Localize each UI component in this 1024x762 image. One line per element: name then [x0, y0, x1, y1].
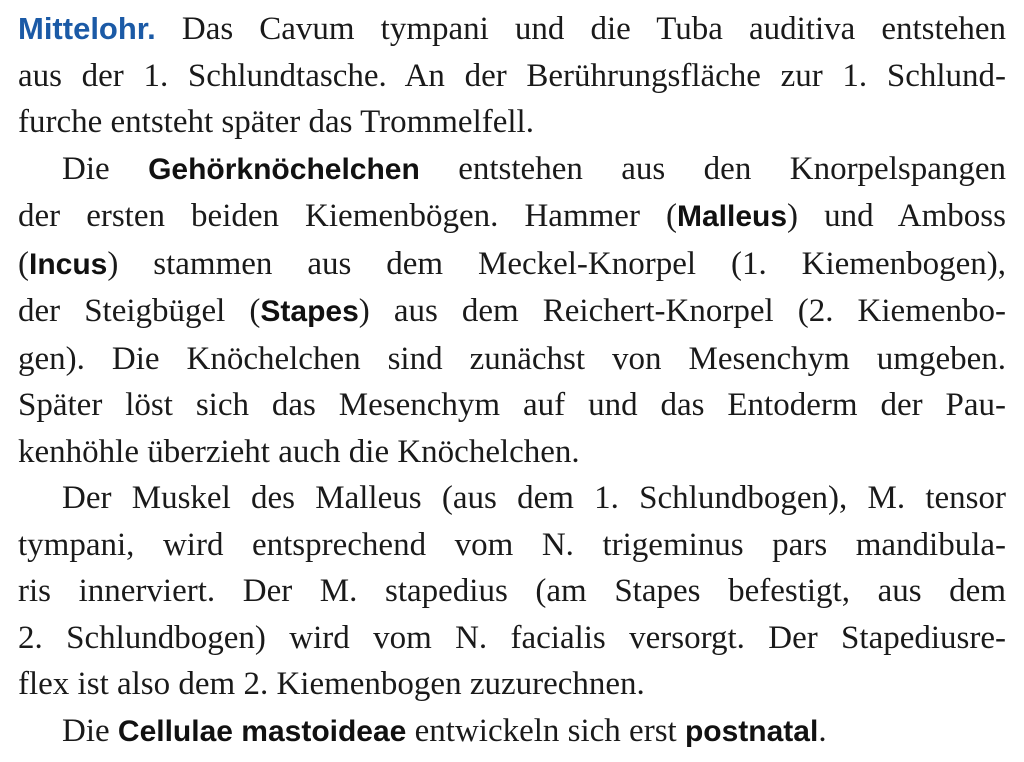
- text-run: der ersten beiden Kiemenbögen. Hammer (: [18, 198, 677, 234]
- paragraph-muskeln: Der Muskel des Malleus (aus dem 1. Schlu…: [18, 475, 1006, 708]
- text-line: der Steigbügel (Stapes) aus dem Reichert…: [18, 288, 1006, 336]
- text-line: Mittelohr. Das Cavum tympani und die Tub…: [18, 6, 1006, 53]
- text-line: flex ist also dem 2. Kiemenbogen zuzurec…: [18, 666, 645, 702]
- text-line: furche entsteht später das Trommelfell.: [18, 104, 534, 140]
- text-line: Die Gehörknöchelchen entstehen aus den K…: [18, 146, 1006, 194]
- text-line: aus der 1. Schlundtasche. An der Berühru…: [18, 57, 1006, 94]
- text-run: entwickeln sich erst: [406, 712, 685, 749]
- bold-term: Stapes: [260, 295, 359, 328]
- paragraph-gehoerknoechelchen: Die Gehörknöchelchen entstehen aus den K…: [18, 146, 1006, 476]
- bold-term: Cellulae mastoideae: [117, 714, 407, 748]
- text-line: (Incus) stammen aus dem Meckel-Knorpel (…: [18, 241, 1006, 289]
- text-line: gen). Die Knöchelchen sind zunächst von …: [18, 340, 1006, 377]
- text-run: Die: [62, 712, 118, 749]
- text-line: Der Muskel des Malleus (aus dem 1. Schlu…: [62, 480, 1006, 516]
- section-heading: Mittelohr.: [18, 11, 156, 46]
- bold-term: Incus: [29, 247, 108, 281]
- bold-term: Gehörknöchelchen: [148, 152, 420, 186]
- text-run: (: [18, 245, 29, 282]
- text-line: der ersten beiden Kiemenbögen. Hammer (M…: [18, 193, 1006, 241]
- text-line: Später löst sich das Mesenchym auf und d…: [18, 387, 1006, 423]
- text-run: Die: [62, 150, 149, 187]
- bold-term: Malleus: [676, 200, 788, 233]
- paragraph-cellulae-mastoideae: Die Cellulae mastoideae entwickeln sich …: [18, 708, 1006, 756]
- text-line: Die Cellulae mastoideae entwickeln sich …: [18, 708, 1006, 756]
- text-line: tympani, wird entsprechend vom N. trigem…: [18, 526, 1006, 563]
- document-page: Mittelohr. Das Cavum tympani und die Tub…: [0, 0, 1024, 762]
- text-run: ) und Amboss: [787, 198, 1006, 234]
- text-line: kenhöhle überzieht auch die Knöchelchen.: [18, 433, 580, 470]
- bold-term: postnatal: [684, 714, 819, 748]
- paragraph-mittelohr-intro: Mittelohr. Das Cavum tympani und die Tub…: [18, 6, 1006, 146]
- text-run: Das Cavum tympani und die Tuba auditiva …: [181, 11, 1006, 47]
- text-run: der Steigbügel (: [18, 293, 261, 329]
- text-run: ) stammen aus dem Meckel-Knorpel (1. Kie…: [107, 245, 1006, 282]
- text-run: ) aus dem Reichert-Knorpel (2. Kiemenbo-: [358, 293, 1006, 329]
- text-line: 2. Schlundbogen) wird vom N. facialis ve…: [18, 619, 1006, 656]
- text-run: entstehen aus den Knorpelspangen: [419, 150, 1007, 187]
- text-run: .: [818, 712, 827, 749]
- text-line: ris innerviert. Der M. stapedius (am Sta…: [18, 573, 1006, 609]
